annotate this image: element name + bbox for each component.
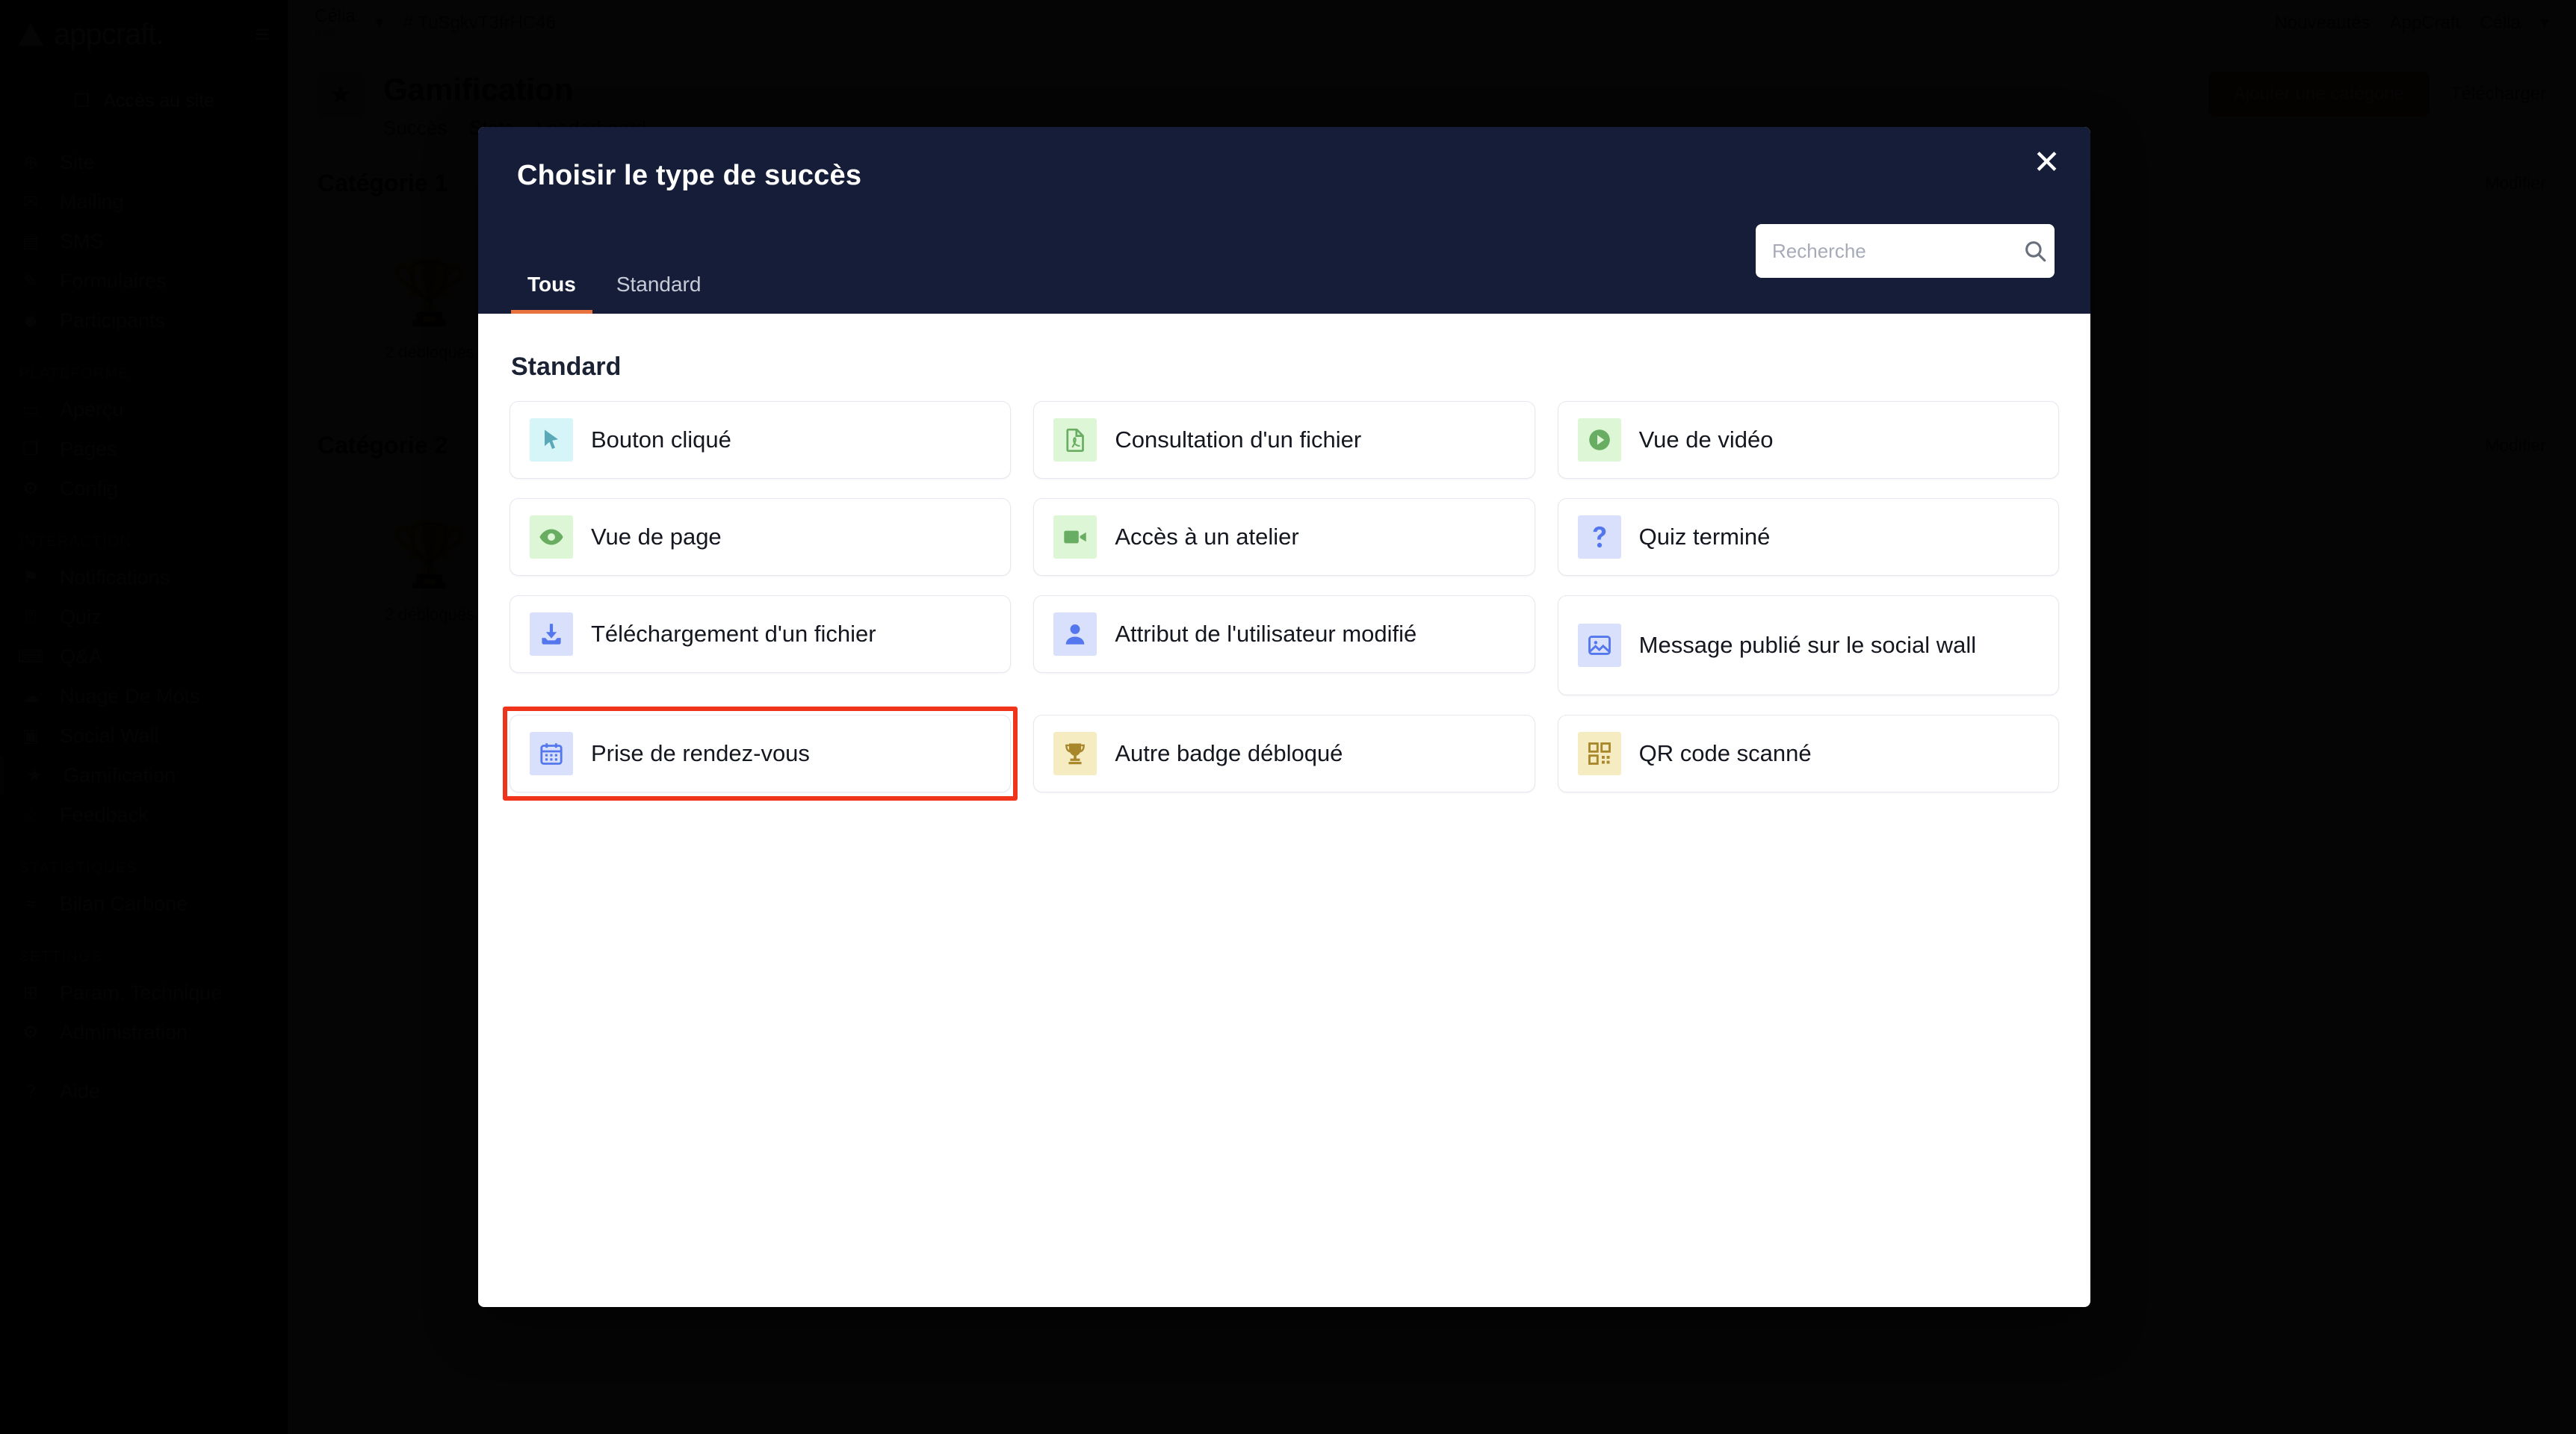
success-type-card: QR code scanné [1557,715,2059,792]
success-type-card-label: Prise de rendez-vous [591,740,810,767]
success-type-card: Message publié sur le social wall [1557,595,2059,695]
success-type-card-highlighted: Prise de rendez-vous [502,707,1018,801]
success-type-card-label: Quiz terminé [1638,524,1771,550]
success-type-card-button[interactable]: Accès à un atelier [1033,498,1535,576]
success-type-card: Quiz terminé [1557,498,2059,576]
play-circle-icon [1577,418,1621,462]
success-type-card: Accès à un atelier [1033,498,1535,576]
video-camera-icon [1053,515,1097,559]
question-icon [1577,515,1621,559]
modal-header: Choisir le type de succès ✕ Tous Standar… [478,127,2090,314]
calendar-icon [530,732,573,775]
success-type-card-label: Bouton cliqué [591,426,731,453]
success-type-card-label: Attribut de l'utilisateur modifié [1115,621,1417,648]
success-type-card-label: Vue de page [591,524,722,550]
success-type-card-button[interactable]: QR code scanné [1557,715,2059,792]
user-icon [1053,612,1097,656]
success-type-card-button[interactable]: Consultation d'un fichier [1033,401,1535,479]
success-type-card-button[interactable]: Bouton cliqué [510,401,1012,479]
success-type-card-button[interactable]: Prise de rendez-vous [510,715,1012,792]
success-type-card-label: Téléchargement d'un fichier [591,621,876,648]
search-box[interactable] [1756,224,2055,278]
success-type-card-label: Accès à un atelier [1115,524,1299,550]
success-type-card: Téléchargement d'un fichier [510,595,1012,695]
success-type-card: Bouton cliqué [510,401,1012,479]
search-icon[interactable] [2022,238,2048,264]
success-type-card: Attribut de l'utilisateur modifié [1033,595,1535,695]
image-icon [1577,624,1621,667]
success-type-card-label: QR code scanné [1638,740,1812,767]
search-input[interactable] [1772,239,2022,263]
success-type-card-button[interactable]: Attribut de l'utilisateur modifié [1033,595,1535,673]
download-icon [530,612,573,656]
success-type-card-button[interactable]: Quiz terminé [1557,498,2059,576]
success-type-card-label: Message publié sur le social wall [1638,632,1977,659]
cursor-icon [530,418,573,462]
choose-success-type-modal: Choisir le type de succès ✕ Tous Standar… [478,127,2090,1307]
success-type-card-label: Autre badge débloqué [1115,740,1343,767]
success-type-card: Consultation d'un fichier [1033,401,1535,479]
tab-standard[interactable]: Standard [600,262,718,314]
section-title-standard: Standard [511,353,622,381]
modal-title: Choisir le type de succès [517,160,862,191]
success-type-card-button[interactable]: Téléchargement d'un fichier [510,595,1012,673]
success-type-card-button[interactable]: Vue de page [510,498,1012,576]
success-type-grid: Bouton cliqué Consultation d'un fichier Vu… [502,401,2059,801]
trophy-icon [1053,732,1097,775]
success-type-card-button[interactable]: Autre badge débloqué [1033,715,1535,792]
success-type-card-button[interactable]: Vue de vidéo [1557,401,2059,479]
success-type-card-label: Vue de vidéo [1638,426,1774,453]
pdf-file-icon [1053,418,1097,462]
success-type-card: Autre badge débloqué [1033,715,1535,792]
success-type-card: Vue de vidéo [1557,401,2059,479]
close-icon[interactable]: ✕ [2033,146,2061,179]
success-type-card: Vue de page [510,498,1012,576]
success-type-card-button[interactable]: Message publié sur le social wall [1557,595,2059,695]
tab-tous[interactable]: Tous [511,262,592,314]
eye-icon [530,515,573,559]
modal-tabs: Tous Standard [511,262,717,314]
qr-code-icon [1577,732,1621,775]
modal-body: Standard Bouton cliqué Consultation d'un … [478,314,2090,801]
success-type-card-label: Consultation d'un fichier [1115,426,1362,453]
